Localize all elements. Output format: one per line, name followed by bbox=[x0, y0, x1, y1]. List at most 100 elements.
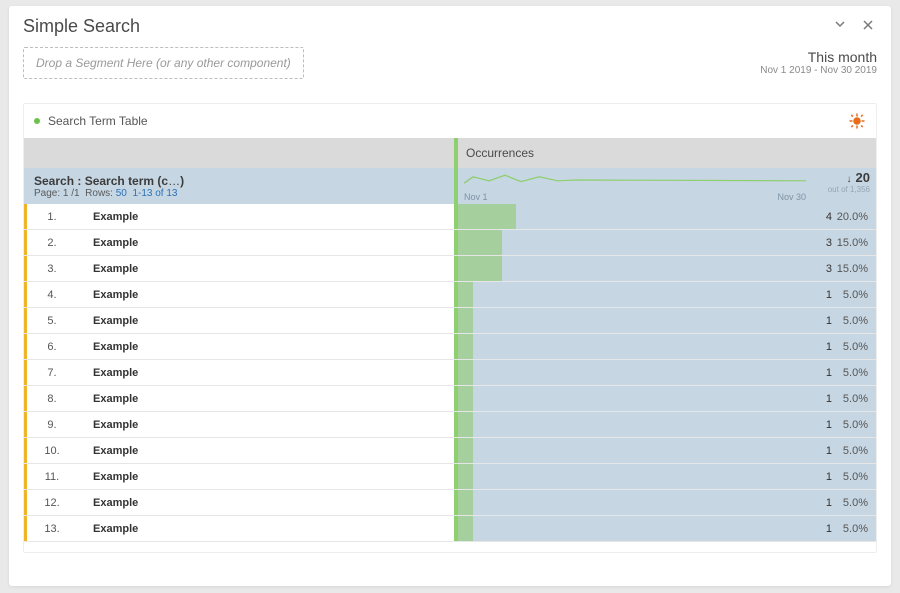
row-label: Example bbox=[93, 523, 138, 535]
row-value: 3 bbox=[826, 230, 832, 256]
row-value: 1 bbox=[826, 282, 832, 308]
row-percent: 5.0% bbox=[843, 386, 868, 412]
table-row[interactable]: 2. Example 315.0% bbox=[24, 230, 876, 256]
row-label: Example bbox=[93, 393, 138, 405]
row-label: Example bbox=[93, 237, 138, 249]
sort-arrow-icon[interactable]: ↓ bbox=[847, 174, 852, 185]
segment-drop-zone[interactable]: Drop a Segment Here (or any other compon… bbox=[23, 47, 304, 79]
row-label: Example bbox=[93, 497, 138, 509]
row-value: 1 bbox=[826, 464, 832, 490]
table-row[interactable]: 8. Example 1 5.0% bbox=[24, 386, 876, 412]
row-bar bbox=[454, 490, 473, 515]
spark-start: Nov 1 bbox=[464, 192, 488, 202]
row-label: Example bbox=[93, 419, 138, 431]
status-dot-icon bbox=[34, 118, 40, 124]
row-value: 1 bbox=[826, 308, 832, 334]
row-value: 1 bbox=[826, 516, 832, 542]
table-row[interactable]: 6. Example 1 5.0% bbox=[24, 334, 876, 360]
panel-title[interactable]: Simple Search bbox=[23, 16, 831, 37]
row-percent: 20.0% bbox=[837, 204, 868, 230]
table-row[interactable]: 7. Example 1 5.0% bbox=[24, 360, 876, 386]
pagination-label[interactable]: Page: 1 /1 Rows: 50 1-13 of 13 bbox=[34, 188, 444, 199]
row-percent: 5.0% bbox=[843, 438, 868, 464]
table-row[interactable]: 12.Example15.0% bbox=[24, 490, 876, 516]
row-percent: 15.0% bbox=[837, 256, 868, 282]
row-index: 2. bbox=[37, 237, 67, 249]
row-index: 13. bbox=[37, 523, 67, 535]
column-occurrences[interactable]: Occurrences bbox=[458, 138, 876, 168]
row-bar bbox=[454, 412, 473, 437]
row-index: 10. bbox=[37, 445, 67, 457]
row-percent: 5.0% bbox=[843, 412, 868, 438]
row-index: 3. bbox=[37, 263, 67, 275]
row-label: Example bbox=[93, 341, 138, 353]
row-percent: 5.0% bbox=[843, 308, 868, 334]
table-row[interactable]: 1. Example 420.0% bbox=[24, 204, 876, 230]
row-percent: 15.0% bbox=[837, 230, 868, 256]
row-label: Example bbox=[93, 367, 138, 379]
row-bar bbox=[454, 516, 473, 541]
table-header: Search Term Table bbox=[24, 104, 876, 138]
row-value: 1 bbox=[826, 438, 832, 464]
table-row[interactable]: 4.Example15.0% bbox=[24, 282, 876, 308]
row-index: 11. bbox=[37, 471, 67, 483]
row-index: 5. bbox=[37, 315, 67, 327]
row-bar bbox=[454, 282, 473, 307]
row-label: Example bbox=[93, 211, 138, 223]
report-panel: Simple Search Drop a Segment Here (or an… bbox=[9, 6, 891, 586]
row-value: 1 bbox=[826, 490, 832, 516]
row-label: Example bbox=[93, 289, 138, 301]
date-range[interactable]: This month Nov 1 2019 - Nov 30 2019 bbox=[760, 47, 877, 76]
row-label: Example bbox=[93, 263, 138, 275]
table-row[interactable]: 9. Example 1 5.0% bbox=[24, 412, 876, 438]
row-value: 1 bbox=[826, 334, 832, 360]
row-bar bbox=[454, 360, 473, 385]
row-bar bbox=[454, 334, 473, 359]
grid-columns: Occurrences bbox=[24, 138, 876, 168]
panel-header: Simple Search bbox=[9, 6, 891, 43]
row-bar bbox=[454, 230, 502, 255]
row-value: 1 bbox=[826, 412, 832, 438]
sparkline bbox=[464, 172, 806, 188]
row-index: 8. bbox=[37, 393, 67, 405]
table-row[interactable]: 10.Example15.0% bbox=[24, 438, 876, 464]
data-grid: Occurrences Search : Search term (c…) Pa… bbox=[24, 138, 876, 542]
row-bar bbox=[454, 308, 473, 333]
close-icon[interactable] bbox=[859, 18, 877, 36]
row-percent: 5.0% bbox=[843, 360, 868, 386]
table-row[interactable]: 3. Example 315.0% bbox=[24, 256, 876, 282]
row-percent: 5.0% bbox=[843, 516, 868, 542]
row-bar bbox=[454, 464, 473, 489]
row-value: 4 bbox=[826, 204, 832, 230]
segment-row: Drop a Segment Here (or any other compon… bbox=[9, 43, 891, 89]
bug-icon[interactable] bbox=[848, 112, 866, 130]
row-index: 1. bbox=[37, 211, 67, 223]
row-index: 9. bbox=[37, 419, 67, 431]
date-range-detail: Nov 1 2019 - Nov 30 2019 bbox=[760, 65, 877, 76]
row-value: 3 bbox=[826, 256, 832, 282]
row-percent: 5.0% bbox=[843, 282, 868, 308]
row-value: 1 bbox=[826, 360, 832, 386]
date-range-title: This month bbox=[760, 49, 877, 65]
row-percent: 5.0% bbox=[843, 464, 868, 490]
row-index: 6. bbox=[37, 341, 67, 353]
table-title[interactable]: Search Term Table bbox=[48, 114, 148, 128]
search-term-table: Search Term Table Occurrences Search : S… bbox=[23, 103, 877, 553]
row-value: 1 bbox=[826, 386, 832, 412]
row-label: Example bbox=[93, 471, 138, 483]
table-row[interactable]: 13. Example 1 5.0% bbox=[24, 516, 876, 542]
collapse-icon[interactable] bbox=[831, 17, 849, 36]
dimension-label[interactable]: Search : Search term (c…) bbox=[34, 174, 444, 188]
column-dimension[interactable] bbox=[24, 138, 454, 168]
row-bar bbox=[454, 386, 473, 411]
row-index: 7. bbox=[37, 367, 67, 379]
table-row[interactable]: 11. Example 1 5.0% bbox=[24, 464, 876, 490]
metric-total[interactable]: ↓20 out of 1,356 bbox=[812, 170, 870, 194]
table-row[interactable]: 5.Example15.0% bbox=[24, 308, 876, 334]
spark-end: Nov 30 bbox=[777, 192, 806, 202]
row-bar bbox=[454, 438, 473, 463]
table-body: 1.Example420.0%2.Example315.0%3.Example3… bbox=[24, 204, 876, 542]
row-percent: 5.0% bbox=[843, 334, 868, 360]
dimension-meta-row: Search : Search term (c…) Page: 1 /1 Row… bbox=[24, 168, 876, 204]
row-percent: 5.0% bbox=[843, 490, 868, 516]
